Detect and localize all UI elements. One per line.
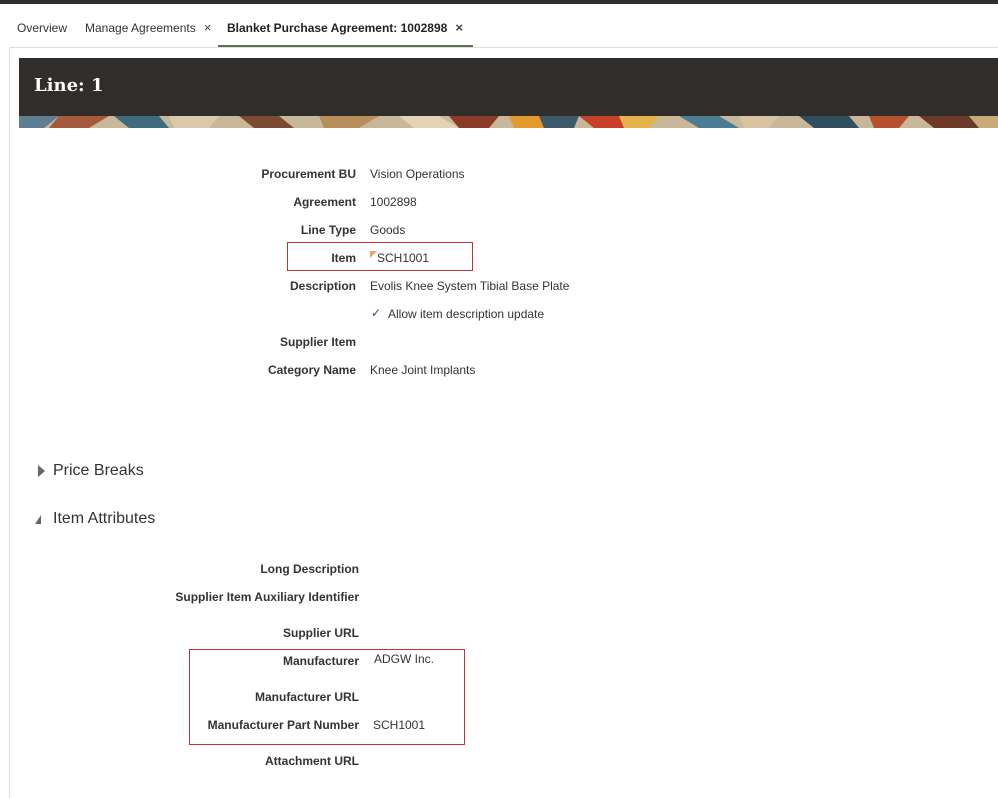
line-type-label: Line Type — [300, 223, 356, 237]
tab-manage-agreements[interactable]: Manage Agreements × — [85, 4, 211, 47]
field-row-manufacturer-url: Manufacturer URL — [0, 687, 998, 707]
long-description-label: Long Description — [260, 562, 359, 576]
field-row-supplier-aux-id: Supplier Item Auxiliary Identifier — [0, 587, 998, 607]
field-row-manufacturer: Manufacturer ADGW Inc. — [0, 651, 998, 671]
field-row-allow-update: ✓ Allow item description update — [0, 304, 998, 324]
field-row-item: Item SCH1001 — [0, 248, 998, 268]
tab-bar: Overview Manage Agreements × Blanket Purc… — [0, 4, 998, 48]
field-row-manufacturer-part-number: Manufacturer Part Number SCH1001 — [0, 715, 998, 735]
line-type-value: Goods — [370, 223, 406, 237]
item-label: Item — [331, 251, 356, 265]
decorative-pattern-strip — [19, 116, 998, 128]
category-name-label: Category Name — [267, 363, 356, 377]
manufacturer-label: Manufacturer — [282, 654, 359, 668]
page-header-banner: Line: 1 — [19, 58, 998, 128]
manufacturer-part-number-label: Manufacturer Part Number — [207, 718, 359, 732]
field-row-description: Description Evolis Knee System Tibial Ba… — [0, 276, 998, 296]
description-value: Evolis Knee System Tibial Base Plate — [370, 279, 570, 293]
agreement-label: Agreement — [293, 195, 356, 209]
supplier-item-label: Supplier Item — [279, 335, 356, 349]
price-breaks-title: Price Breaks — [53, 462, 144, 479]
attachment-url-label: Attachment URL — [264, 754, 359, 768]
supplier-aux-id-label: Supplier Item Auxiliary Identifier — [175, 590, 359, 604]
close-icon[interactable]: × — [204, 4, 212, 52]
field-row-category-name: Category Name Knee Joint Implants — [0, 360, 998, 380]
tab-overview[interactable]: Overview — [17, 4, 67, 47]
item-attributes-title: Item Attributes — [53, 510, 156, 527]
content-frame — [9, 47, 998, 798]
manufacturer-url-label: Manufacturer URL — [254, 690, 359, 704]
field-row-line-type: Line Type Goods — [0, 220, 998, 240]
tab-overview-label: Overview — [17, 21, 68, 35]
field-row-supplier-url: Supplier URL — [0, 623, 998, 643]
procurement-bu-label: Procurement BU — [261, 167, 356, 181]
price-breaks-section-header[interactable]: Price Breaks — [30, 460, 230, 484]
tab-bpa-label: Blanket Purchase Agreement: 1002898 — [227, 21, 448, 35]
tab-blanket-purchase-agreement[interactable]: Blanket Purchase Agreement: 1002898 × — [218, 4, 473, 48]
item-flag-icon — [370, 251, 377, 258]
close-icon[interactable]: × — [455, 4, 463, 52]
description-label: Description — [289, 279, 356, 293]
manufacturer-value: ADGW Inc. — [374, 652, 435, 666]
manufacturer-part-number-value: SCH1001 — [373, 718, 426, 732]
agreement-value: 1002898 — [370, 195, 417, 209]
item-value: SCH1001 — [377, 251, 430, 265]
field-row-agreement: Agreement 1002898 — [0, 192, 998, 212]
item-attributes-section-header[interactable]: Item Attributes — [30, 508, 230, 532]
field-row-supplier-item: Supplier Item — [0, 332, 998, 352]
collapse-triangle-icon[interactable] — [35, 515, 41, 524]
tab-manage-agreements-label: Manage Agreements — [85, 21, 196, 35]
field-row-procurement-bu: Procurement BU Vision Operations — [0, 164, 998, 184]
supplier-url-label: Supplier URL — [282, 626, 359, 640]
category-name-value: Knee Joint Implants — [370, 363, 476, 377]
expand-triangle-icon[interactable] — [38, 465, 45, 477]
procurement-bu-value: Vision Operations — [370, 167, 465, 181]
field-row-attachment-url: Attachment URL — [0, 751, 998, 771]
field-row-long-description: Long Description — [0, 559, 998, 579]
page-title: Line: 1 — [34, 75, 104, 96]
checkmark-icon[interactable]: ✓ — [371, 303, 381, 323]
allow-update-label: Allow item description update — [388, 307, 545, 321]
